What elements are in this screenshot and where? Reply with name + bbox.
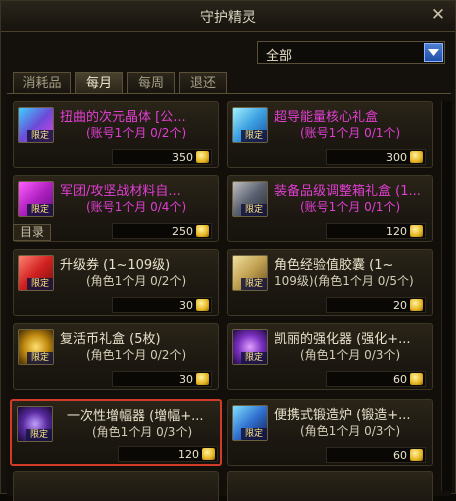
item-price: 30 bbox=[112, 297, 212, 313]
tab-refund[interactable]: 退还 bbox=[179, 72, 227, 93]
item-limit: (账号1个月 0/2个) bbox=[86, 126, 187, 140]
limited-badge: 限定 bbox=[26, 429, 52, 441]
item-name: 扭曲的次元晶体 [公... bbox=[60, 110, 186, 125]
shop-item-partial[interactable] bbox=[13, 471, 219, 501]
coin-icon bbox=[196, 151, 209, 163]
item-limit: (账号1个月 0/1个) bbox=[300, 200, 401, 214]
price-value: 60 bbox=[393, 449, 407, 462]
item-price: 120 bbox=[118, 446, 218, 462]
shop-item[interactable]: 限定 便携式锻造炉 (锻造+... (角色1个月 0/3个) 60 bbox=[227, 399, 433, 466]
energy-core-box-icon: 限定 bbox=[232, 107, 268, 143]
grade-adjust-box-icon: 限定 bbox=[232, 181, 268, 217]
coin-icon bbox=[410, 225, 423, 237]
filter-selected-value: 全部 bbox=[266, 49, 293, 64]
kiri-enhancer-icon: 限定 bbox=[232, 329, 268, 365]
limited-badge: 限定 bbox=[27, 278, 53, 290]
amplifier-icon: 限定 bbox=[17, 406, 53, 442]
price-value: 250 bbox=[172, 225, 193, 238]
shop-item[interactable]: 限定 超导能量核心礼盒 (账号1个月 0/1个) 300 bbox=[227, 101, 433, 168]
item-limit: (角色1个月 0/3个) bbox=[300, 424, 401, 438]
item-name: 超导能量核心礼盒 bbox=[274, 110, 379, 125]
shop-item[interactable]: 限定 凯丽的强化器 (强化+... (角色1个月 0/3个) 60 bbox=[227, 323, 433, 390]
item-price: 30 bbox=[112, 371, 212, 387]
coin-icon bbox=[196, 225, 209, 237]
limited-badge: 限定 bbox=[241, 428, 267, 440]
coin-icon bbox=[410, 299, 423, 311]
item-name: 复活币礼盒 (5枚) bbox=[60, 332, 161, 347]
item-price: 60 bbox=[326, 371, 426, 387]
limited-badge: 限定 bbox=[241, 278, 267, 290]
price-value: 120 bbox=[178, 448, 199, 461]
item-name: 军团/攻坚战材料自... bbox=[60, 184, 181, 199]
guardian-spirit-window: 守护精灵 ✕ 全部 消耗品 每月 每周 退还 限定 扭曲的次元晶体 [公... … bbox=[0, 0, 456, 501]
shop-item-selected[interactable]: 限定 一次性增幅器 (增幅+... (角色1个月 0/3个) 120 bbox=[10, 399, 222, 466]
coin-icon bbox=[196, 373, 209, 385]
exp-capsule-icon: 限定 bbox=[232, 255, 268, 291]
item-name: 装备品级调整箱礼盒 (1... bbox=[274, 184, 421, 199]
revive-coin-box-icon: 限定 bbox=[18, 329, 54, 365]
limited-badge: 限定 bbox=[27, 352, 53, 364]
coin-icon bbox=[410, 449, 423, 461]
item-name: 凯丽的强化器 (强化+... bbox=[274, 332, 411, 347]
level-up-ticket-icon: 限定 bbox=[18, 255, 54, 291]
item-price: 350 bbox=[112, 149, 212, 165]
item-price: 120 bbox=[326, 223, 426, 239]
price-value: 20 bbox=[393, 299, 407, 312]
price-value: 30 bbox=[179, 299, 193, 312]
shop-item[interactable]: 限定 装备品级调整箱礼盒 (1... (账号1个月 0/1个) 120 bbox=[227, 175, 433, 242]
item-price: 250 bbox=[112, 223, 212, 239]
window-title: 守护精灵 bbox=[200, 10, 256, 26]
scrollbar[interactable] bbox=[441, 101, 452, 491]
price-value: 30 bbox=[179, 373, 193, 386]
shop-item[interactable]: 限定 角色经验值胶囊 (1~ 109级)(角色1个月 0/5个) 20 bbox=[227, 249, 433, 316]
item-name: 一次性增幅器 (增幅+... bbox=[67, 409, 204, 424]
item-price: 60 bbox=[326, 447, 426, 463]
limited-badge: 限定 bbox=[27, 204, 53, 216]
item-name: 升级券 (1~109级) bbox=[60, 258, 171, 273]
chevron-down-icon[interactable] bbox=[424, 43, 443, 62]
catalog-button[interactable]: 目录 bbox=[13, 224, 51, 241]
raid-material-icon: 限定 bbox=[18, 181, 54, 217]
price-value: 120 bbox=[386, 225, 407, 238]
item-name: 便携式锻造炉 (锻造+... bbox=[274, 408, 411, 423]
title-bar[interactable]: 守护精灵 ✕ bbox=[1, 1, 455, 32]
item-limit: (账号1个月 0/1个) bbox=[300, 126, 401, 140]
price-value: 300 bbox=[386, 151, 407, 164]
portable-forge-icon: 限定 bbox=[232, 405, 268, 441]
tab-monthly[interactable]: 每月 bbox=[75, 72, 123, 94]
item-price: 300 bbox=[326, 149, 426, 165]
item-limit: (角色1个月 0/3个) bbox=[92, 425, 193, 439]
limited-badge: 限定 bbox=[27, 130, 53, 142]
item-limit: (角色1个月 0/3个) bbox=[300, 348, 401, 362]
tab-weekly[interactable]: 每周 bbox=[127, 72, 175, 93]
shop-item[interactable]: 限定 升级券 (1~109级) (角色1个月 0/2个) 30 bbox=[13, 249, 219, 316]
coin-icon bbox=[196, 299, 209, 311]
category-filter-dropdown[interactable]: 全部 bbox=[257, 41, 445, 64]
shop-item[interactable]: 限定 扭曲的次元晶体 [公... (账号1个月 0/2个) 350 bbox=[13, 101, 219, 168]
coin-icon bbox=[202, 448, 215, 460]
item-name: 角色经验值胶囊 (1~ bbox=[274, 258, 394, 273]
item-limit: 109级)(角色1个月 0/5个) bbox=[274, 274, 414, 288]
price-value: 350 bbox=[172, 151, 193, 164]
shop-item-partial[interactable] bbox=[227, 471, 433, 501]
item-limit: (角色1个月 0/2个) bbox=[86, 274, 187, 288]
limited-badge: 限定 bbox=[241, 204, 267, 216]
limited-badge: 限定 bbox=[241, 130, 267, 142]
price-value: 60 bbox=[393, 373, 407, 386]
coin-icon bbox=[410, 373, 423, 385]
item-limit: (账号1个月 0/4个) bbox=[86, 200, 187, 214]
limited-badge: 限定 bbox=[241, 352, 267, 364]
item-limit: (角色1个月 0/2个) bbox=[86, 348, 187, 362]
shop-item[interactable]: 限定 复活币礼盒 (5枚) (角色1个月 0/2个) 30 bbox=[13, 323, 219, 390]
item-price: 20 bbox=[326, 297, 426, 313]
tab-consumables[interactable]: 消耗品 bbox=[13, 72, 71, 93]
close-icon[interactable]: ✕ bbox=[429, 6, 447, 24]
dimension-crystal-icon: 限定 bbox=[18, 107, 54, 143]
coin-icon bbox=[410, 151, 423, 163]
